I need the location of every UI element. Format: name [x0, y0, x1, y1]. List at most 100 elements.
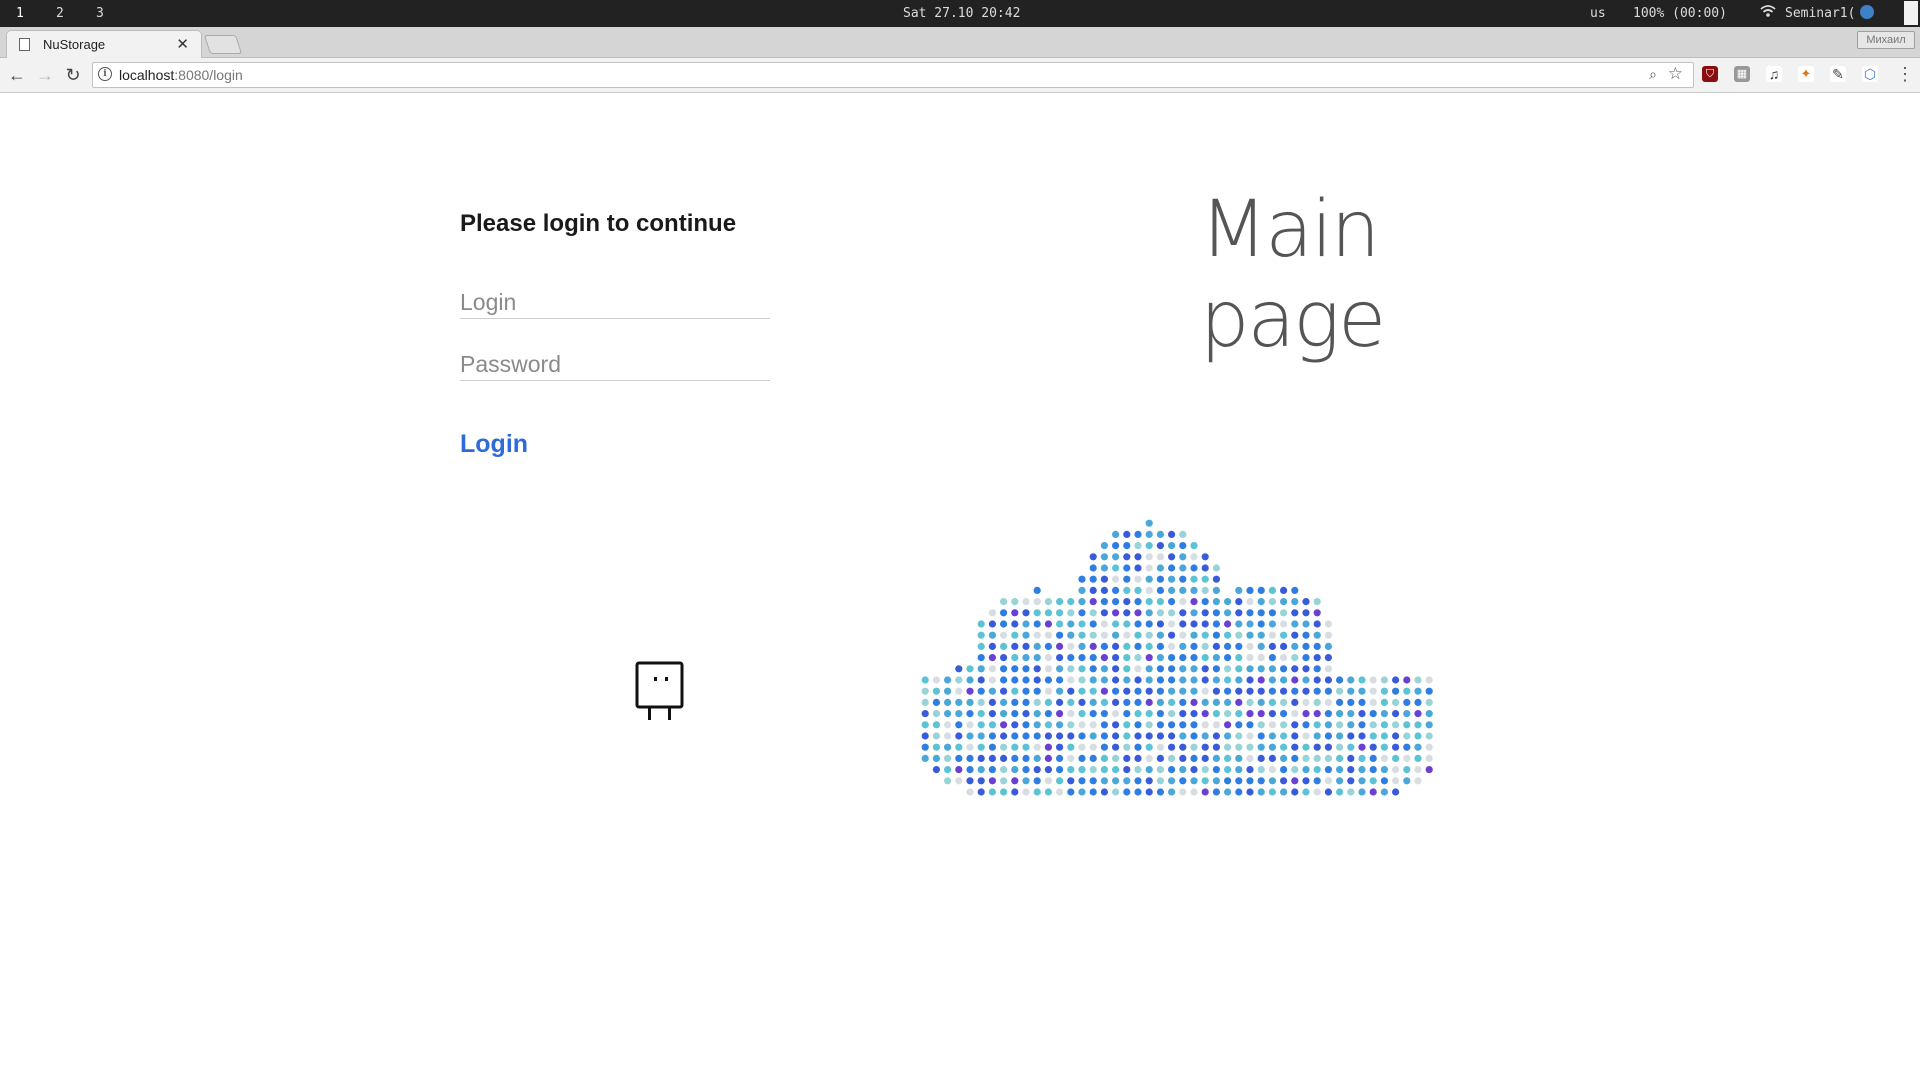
cloud-dot: [1257, 732, 1265, 740]
cloud-dot: [1201, 598, 1209, 606]
zoom-icon[interactable]: ⌕: [1649, 66, 1657, 83]
cloud-dot: [1156, 743, 1164, 751]
new-tab-button[interactable]: [203, 35, 243, 54]
metamask-extension-icon[interactable]: ✦: [1798, 66, 1814, 82]
ublock-extension-icon[interactable]: ⛉: [1702, 66, 1718, 82]
cloud-dot: [1291, 665, 1299, 673]
music-extension-icon[interactable]: ♫: [1766, 66, 1782, 82]
cloud-dot: [1179, 788, 1187, 796]
cloud-dot: [1123, 642, 1131, 650]
close-tab-icon[interactable]: ✕: [176, 35, 189, 53]
cloud-dot: [1000, 654, 1008, 662]
cloud-dot: [988, 743, 996, 751]
cloud-dot: [1425, 732, 1433, 740]
cloud-dot: [1302, 620, 1310, 628]
cloud-dot: [1212, 598, 1220, 606]
address-bar[interactable]: i localhost:8080/login ⌕ ☆: [92, 62, 1694, 88]
workspace-1[interactable]: 1: [16, 6, 24, 21]
extension-icon[interactable]: ▦: [1734, 66, 1750, 82]
main-page-title[interactable]: Main page: [1200, 185, 1540, 365]
cloud-dot: [1089, 732, 1097, 740]
cloud-dot: [1347, 754, 1355, 762]
cloud-dot: [1168, 687, 1176, 695]
cloud-dot: [932, 698, 940, 706]
cloud-dot: [1156, 564, 1164, 572]
forward-arrow-icon[interactable]: →: [34, 64, 56, 86]
site-info-icon[interactable]: i: [98, 67, 112, 81]
cloud-dot: [1134, 620, 1142, 628]
cloud-dot: [955, 665, 963, 673]
cloud-dot: [1190, 687, 1198, 695]
reload-icon[interactable]: ↻: [62, 64, 84, 86]
cloud-dot: [1123, 530, 1131, 538]
cloud-dot: [1224, 676, 1232, 684]
cloud-dot: [1145, 676, 1153, 684]
cloud-dot: [1201, 620, 1209, 628]
login-button[interactable]: Login: [460, 430, 528, 459]
cloud-dot: [1123, 721, 1131, 729]
cloud-dot: [1201, 676, 1209, 684]
dropper-extension-icon[interactable]: ✎: [1830, 66, 1846, 82]
back-arrow-icon[interactable]: ←: [6, 64, 28, 86]
cloud-dot: [977, 754, 985, 762]
login-input[interactable]: [460, 286, 770, 319]
cloud-dot: [988, 665, 996, 673]
cloud-dot: [1280, 665, 1288, 673]
cloud-dot: [1134, 754, 1142, 762]
cloud-dot: [1056, 721, 1064, 729]
cloud-dot: [1212, 721, 1220, 729]
cloud-dot: [1168, 598, 1176, 606]
cloud-dot: [921, 721, 929, 729]
cloud-dot: [1392, 788, 1400, 796]
wifi-icon: [1760, 4, 1776, 22]
cloud-dot: [932, 766, 940, 774]
cloud-dot: [988, 642, 996, 650]
cloud-dot: [1022, 665, 1030, 673]
cloud-dot: [1123, 687, 1131, 695]
cloud-dot: [1291, 754, 1299, 762]
cloud-dot: [1246, 631, 1254, 639]
cloud-dot: [1123, 564, 1131, 572]
cloud-dot: [921, 676, 929, 684]
cloud-dot: [1112, 732, 1120, 740]
cloud-dot: [988, 631, 996, 639]
cloud-dot: [1156, 586, 1164, 594]
cloud-dot: [1257, 665, 1265, 673]
tab-nustorage[interactable]: NuStorage ✕: [6, 30, 202, 58]
cloud-dot: [1011, 788, 1019, 796]
cloud-dot: [1280, 732, 1288, 740]
cloud-dot: [1369, 743, 1377, 751]
cloud-dot: [1145, 598, 1153, 606]
workspace-2[interactable]: 2: [56, 6, 64, 21]
cloud-dot: [1235, 732, 1243, 740]
cloud-dot: [1235, 609, 1243, 617]
cloud-dot: [1123, 754, 1131, 762]
cloud-dot: [1403, 710, 1411, 718]
cloud-dot: [1347, 777, 1355, 785]
cloud-dot: [1358, 721, 1366, 729]
cloud-dot: [1313, 766, 1321, 774]
cloud-dot: [1336, 710, 1344, 718]
cloud-dot: [977, 766, 985, 774]
cloud-dot: [1033, 743, 1041, 751]
cloud-dot: [1190, 542, 1198, 550]
cloud-dot: [1179, 665, 1187, 673]
password-input[interactable]: [460, 348, 770, 381]
cloud-dot: [1336, 721, 1344, 729]
browser-menu-icon[interactable]: ⋮: [1896, 64, 1914, 85]
cloud-dot: [1324, 721, 1332, 729]
url-text[interactable]: localhost:8080/login: [119, 67, 243, 83]
bookmark-star-icon[interactable]: ☆: [1668, 64, 1683, 84]
profile-button[interactable]: Михаил: [1857, 31, 1915, 49]
cloud-dot: [966, 743, 974, 751]
cloud-dot: [1000, 754, 1008, 762]
tray-app-icon[interactable]: [1860, 5, 1874, 19]
settings-extension-icon[interactable]: ⬡: [1862, 66, 1878, 82]
tray-window-icon[interactable]: [1904, 1, 1918, 25]
cloud-dot: [1134, 553, 1142, 561]
workspace-3[interactable]: 3: [96, 6, 104, 21]
cloud-dot: [1179, 553, 1187, 561]
cloud-dot: [1324, 698, 1332, 706]
cloud-dot: [1067, 754, 1075, 762]
cloud-dot: [1078, 687, 1086, 695]
